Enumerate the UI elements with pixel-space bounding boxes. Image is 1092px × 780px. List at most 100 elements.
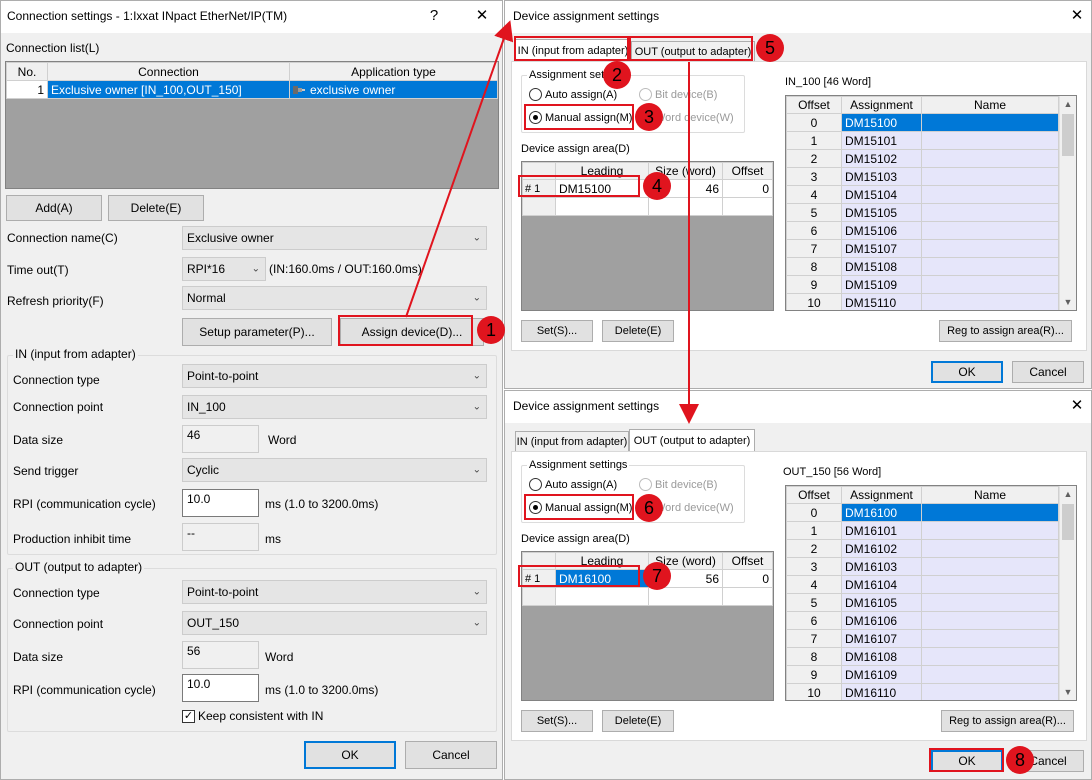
in-rpi-field[interactable]: 10.0 [182, 489, 259, 517]
reg-to-assign-area-button[interactable]: Reg to assign area(R)... [939, 320, 1072, 342]
table-row[interactable]: 8 DM15108 [786, 257, 1059, 276]
table-row[interactable]: 1 DM15101 [786, 131, 1059, 150]
ok-button[interactable]: OK [304, 741, 396, 769]
name-cell[interactable] [921, 611, 1059, 630]
delete-button[interactable]: Delete(E) [108, 195, 204, 221]
assignment-cell[interactable]: DM16109 [841, 665, 922, 684]
name-cell[interactable] [921, 575, 1059, 594]
assignment-cell[interactable]: DM15109 [841, 275, 922, 294]
keep-consistent-checkbox[interactable]: ✓ Keep consistent with IN [182, 709, 323, 723]
out-data-size-field[interactable]: 56 [182, 641, 259, 669]
assignment-table[interactable]: Offset Assignment Name 0 DM16100 1 DM16101 2… [785, 485, 1077, 701]
assignment-cell[interactable]: DM15103 [841, 167, 922, 186]
table-row[interactable]: 2 DM16102 [786, 539, 1059, 558]
in-data-size-field[interactable]: 46 [182, 425, 259, 453]
scroll-down-icon[interactable]: ▼ [1060, 684, 1076, 700]
scroll-up-icon[interactable]: ▲ [1060, 486, 1076, 502]
col-header-name[interactable]: Name [921, 486, 1059, 504]
table-row[interactable]: 0 DM15100 [786, 113, 1059, 132]
col-header-offset[interactable]: Offset [786, 96, 842, 114]
table-row[interactable]: 2 DM15102 [786, 149, 1059, 168]
col-header-application-type[interactable]: Application type [289, 62, 498, 81]
set-button[interactable]: Set(S)... [521, 710, 593, 732]
ok-button[interactable]: OK [931, 361, 1003, 383]
name-cell[interactable] [921, 683, 1059, 700]
assignment-cell[interactable]: DM16106 [841, 611, 922, 630]
close-icon[interactable]: ✕ [1066, 5, 1088, 27]
assignment-cell[interactable]: DM15110 [841, 293, 922, 310]
table-row[interactable]: 5 DM16105 [786, 593, 1059, 612]
send-trigger-select[interactable]: Cyclic ⌄ [182, 458, 487, 482]
assignment-cell[interactable]: DM16100 [841, 503, 922, 522]
table-row[interactable]: 5 DM15105 [786, 203, 1059, 222]
setup-parameter-button[interactable]: Setup parameter(P)... [182, 318, 332, 346]
in-connection-type-select[interactable]: Point-to-point ⌄ [182, 364, 487, 388]
timeout-select[interactable]: RPI*16 ⌄ [182, 257, 266, 281]
assignment-cell[interactable]: DM16103 [841, 557, 922, 576]
tab-out[interactable]: OUT (output to adapter) [629, 429, 755, 451]
assignment-cell[interactable]: DM16108 [841, 647, 922, 666]
assignment-cell[interactable]: DM16101 [841, 521, 922, 540]
reg-to-assign-area-button[interactable]: Reg to assign area(R)... [941, 710, 1074, 732]
name-cell[interactable] [921, 665, 1059, 684]
tab-in[interactable]: IN (input from adapter) [515, 431, 629, 451]
vertical-scrollbar[interactable]: ▲ ▼ [1059, 96, 1076, 310]
add-button[interactable]: Add(A) [6, 195, 102, 221]
name-cell[interactable] [921, 629, 1059, 648]
auto-assign-radio[interactable]: Auto assign(A) [529, 88, 617, 101]
out-rpi-field[interactable]: 10.0 [182, 674, 259, 702]
delete-button[interactable]: Delete(E) [602, 710, 674, 732]
bit-device-radio[interactable]: Bit device(B) [639, 478, 717, 491]
col-header-name[interactable]: Name [921, 96, 1059, 114]
refresh-priority-select[interactable]: Normal ⌄ [182, 286, 487, 310]
offset-cell[interactable]: 0 [722, 179, 773, 198]
assignment-cell[interactable]: DM15108 [841, 257, 922, 276]
table-row[interactable]: 9 DM16109 [786, 665, 1059, 684]
table-row[interactable]: 8 DM16108 [786, 647, 1059, 666]
table-row[interactable]: 4 DM16104 [786, 575, 1059, 594]
table-row[interactable]: 6 DM15106 [786, 221, 1059, 240]
table-row[interactable]: 1 Exclusive owner [IN_100,OUT_150] exclu… [6, 80, 498, 99]
scroll-down-icon[interactable]: ▼ [1060, 294, 1076, 310]
offset-cell[interactable]: 0 [722, 569, 773, 588]
col-header-assignment[interactable]: Assignment [841, 96, 922, 114]
col-header-no[interactable]: No. [6, 62, 48, 81]
name-cell[interactable] [921, 239, 1059, 258]
name-cell[interactable] [921, 593, 1059, 612]
vertical-scrollbar[interactable]: ▲ ▼ [1059, 486, 1076, 700]
close-icon[interactable]: ✕ [471, 5, 493, 27]
name-cell[interactable] [921, 185, 1059, 204]
bit-device-radio[interactable]: Bit device(B) [639, 88, 717, 101]
col-header-offset[interactable]: Offset [722, 552, 773, 570]
table-row[interactable]: 7 DM15107 [786, 239, 1059, 258]
name-cell[interactable] [921, 557, 1059, 576]
assignment-cell[interactable]: DM15105 [841, 203, 922, 222]
table-row[interactable]: 0 DM16100 [786, 503, 1059, 522]
connection-name-select[interactable]: Exclusive owner ⌄ [182, 226, 487, 250]
set-button[interactable]: Set(S)... [521, 320, 593, 342]
table-row[interactable]: 10 DM15110 [786, 293, 1059, 310]
name-cell[interactable] [921, 257, 1059, 276]
col-header-offset[interactable]: Offset [786, 486, 842, 504]
assignment-cell[interactable]: DM16104 [841, 575, 922, 594]
help-button[interactable]: ? [423, 5, 445, 27]
scrollbar-thumb[interactable] [1062, 504, 1074, 540]
assignment-cell[interactable]: DM15106 [841, 221, 922, 240]
table-row[interactable]: 7 DM16107 [786, 629, 1059, 648]
close-icon[interactable]: ✕ [1066, 395, 1088, 417]
name-cell[interactable] [921, 539, 1059, 558]
name-cell[interactable] [921, 113, 1059, 132]
auto-assign-radio[interactable]: Auto assign(A) [529, 478, 617, 491]
cancel-button[interactable]: Cancel [1012, 361, 1084, 383]
assignment-table[interactable]: Offset Assignment Name 0 DM15100 1 DM15101 2… [785, 95, 1077, 311]
delete-button[interactable]: Delete(E) [602, 320, 674, 342]
name-cell[interactable] [921, 221, 1059, 240]
table-row[interactable]: 9 DM15109 [786, 275, 1059, 294]
col-header-offset[interactable]: Offset [722, 162, 773, 180]
table-row[interactable]: 6 DM16106 [786, 611, 1059, 630]
assignment-cell[interactable]: DM16107 [841, 629, 922, 648]
name-cell[interactable] [921, 521, 1059, 540]
assignment-cell[interactable]: DM16110 [841, 683, 922, 700]
connection-list[interactable]: No. Connection Application type 1 Exclus… [5, 61, 499, 189]
assignment-cell[interactable]: DM15107 [841, 239, 922, 258]
